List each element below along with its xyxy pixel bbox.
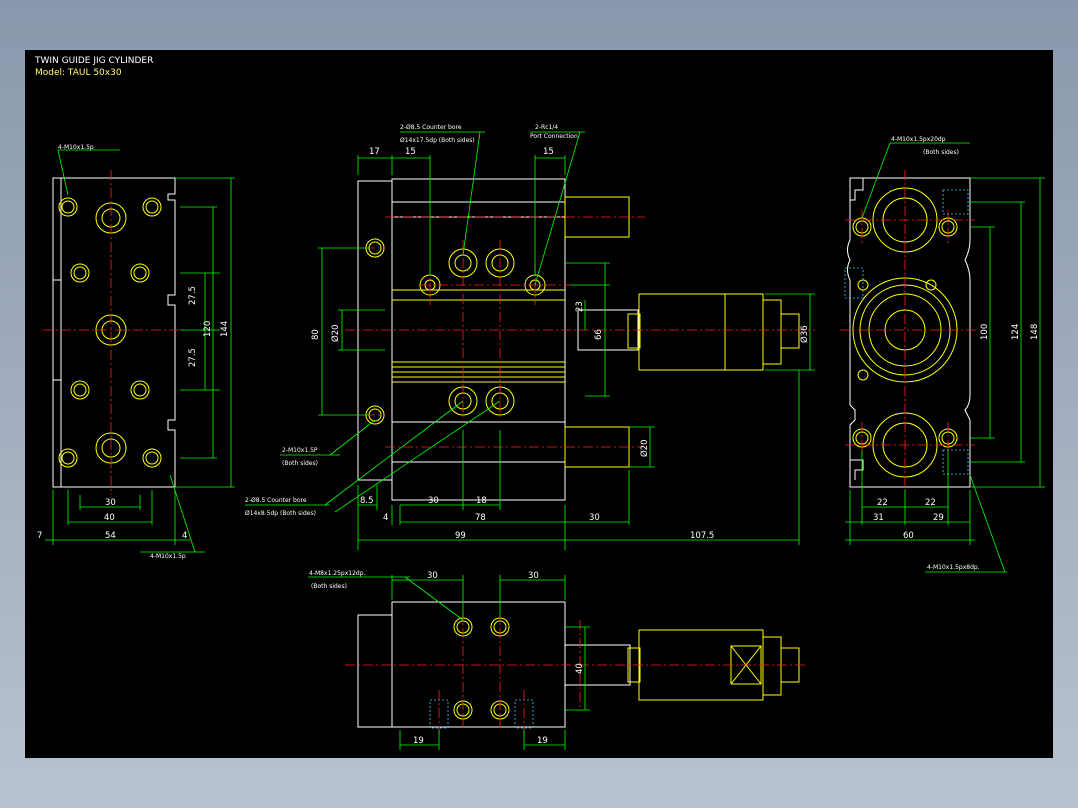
dim-left-30: 30 bbox=[105, 498, 116, 508]
dim-right-22-a: 22 bbox=[877, 498, 888, 508]
dim-front-107-5: 107.5 bbox=[690, 531, 714, 541]
dim-right-100: 100 bbox=[980, 324, 990, 340]
counterbore-bot-line2: Ø14x8.5dp (Both sides) bbox=[245, 510, 316, 517]
dim-right-22-b: 22 bbox=[925, 498, 936, 508]
dim-front-15-b: 15 bbox=[543, 147, 554, 157]
counterbore-top-line1: 2-Ø8.5 Counter bore bbox=[400, 124, 462, 131]
right-bottom-tap-callout: 4-M10x1.5px8dp. bbox=[927, 564, 980, 571]
left-top-tap-callout: 4-M10x1.5p bbox=[58, 144, 94, 151]
dim-bottom-30-b: 30 bbox=[528, 571, 539, 581]
port-callout-line2: Port Connection bbox=[530, 133, 578, 140]
dim-front-17: 17 bbox=[369, 147, 380, 157]
dim-left-40: 40 bbox=[104, 513, 115, 523]
drawing-viewport[interactable]: TWIN GUIDE JIG CYLINDER Model: TAUL 50x3… bbox=[25, 50, 1053, 758]
counterbore-top-line2: Ø14x17.5dp (Both sides) bbox=[400, 137, 475, 144]
bottom-tap-line1: 4-M8x1.25px12dp. bbox=[309, 570, 365, 577]
counterbore-bot-line1: 2-Ø8.5 Counter bore bbox=[245, 497, 307, 504]
dim-right-60: 60 bbox=[903, 531, 914, 541]
dim-bottom-40: 40 bbox=[575, 663, 585, 674]
dim-right-124: 124 bbox=[1011, 324, 1021, 340]
dim-front-15-a: 15 bbox=[405, 147, 416, 157]
front-tap-line1: 2-M10x1.5P bbox=[282, 447, 318, 454]
dim-front-78: 78 bbox=[475, 513, 486, 523]
dim-left-54: 54 bbox=[105, 531, 116, 541]
dim-front-23: 23 bbox=[575, 301, 585, 312]
dim-left-120: 120 bbox=[203, 321, 213, 337]
front-tap-line2: (Both sides) bbox=[282, 460, 318, 467]
dim-right-29: 29 bbox=[933, 513, 944, 523]
right-view: 100 124 148 22 22 31 29 60 4-M10x1.5px20… bbox=[840, 136, 1045, 573]
dim-left-4: 4 bbox=[182, 531, 187, 541]
dim-front-18: 18 bbox=[476, 496, 487, 506]
cad-drawing: TWIN GUIDE JIG CYLINDER Model: TAUL 50x3… bbox=[34, 56, 1045, 750]
right-top-tap-line1: 4-M10x1.5px20dp bbox=[891, 136, 946, 143]
dim-bottom-19-b: 19 bbox=[537, 736, 548, 746]
left-bottom-tap-callout: 4-M10x1.5p bbox=[150, 553, 186, 560]
dim-left-27-5-b: 27.5 bbox=[188, 348, 198, 367]
dim-front-dia20-b: Ø20 bbox=[639, 439, 650, 457]
dim-front-99: 99 bbox=[455, 531, 466, 541]
dim-left-27-5-a: 27.5 bbox=[188, 286, 198, 305]
dim-front-30-b: 30 bbox=[589, 513, 600, 523]
dim-front-dia20-a: Ø20 bbox=[330, 324, 341, 342]
drawing-title: TWIN GUIDE JIG CYLINDER bbox=[34, 56, 153, 66]
dim-bottom-19-a: 19 bbox=[413, 736, 424, 746]
dim-left-144: 144 bbox=[220, 321, 230, 337]
dim-right-148: 148 bbox=[1030, 324, 1040, 340]
front-view: 2-Ø8.5 Counter bore Ø14x17.5dp (Both sid… bbox=[245, 124, 815, 550]
dim-bottom-30-a: 30 bbox=[427, 571, 438, 581]
dim-front-66: 66 bbox=[594, 329, 604, 340]
drawing-model: Model: TAUL 50x30 bbox=[35, 68, 122, 78]
dim-front-8-5: 8.5 bbox=[360, 496, 374, 506]
dim-front-dia36: Ø36 bbox=[799, 325, 810, 343]
dim-front-80: 80 bbox=[311, 329, 321, 340]
cad-application-frame: TWIN GUIDE JIG CYLINDER Model: TAUL 50x3… bbox=[0, 0, 1078, 808]
port-callout-line1: 2-Rc1/4 bbox=[535, 124, 558, 131]
dim-front-30-a: 30 bbox=[428, 496, 439, 506]
right-top-tap-line2: (Both sides) bbox=[923, 149, 959, 156]
bottom-view: 30 30 4-M8x1.25px12dp. (Both sides) 40 1… bbox=[308, 570, 805, 750]
left-view: 4-M10x1.5p 4-M10x1.5p 27.5 27.5 120 144 … bbox=[37, 144, 235, 560]
dim-left-7: 7 bbox=[37, 531, 42, 541]
bottom-tap-line2: (Both sides) bbox=[311, 583, 347, 590]
dim-right-31: 31 bbox=[873, 513, 884, 523]
dim-front-4: 4 bbox=[383, 513, 388, 523]
